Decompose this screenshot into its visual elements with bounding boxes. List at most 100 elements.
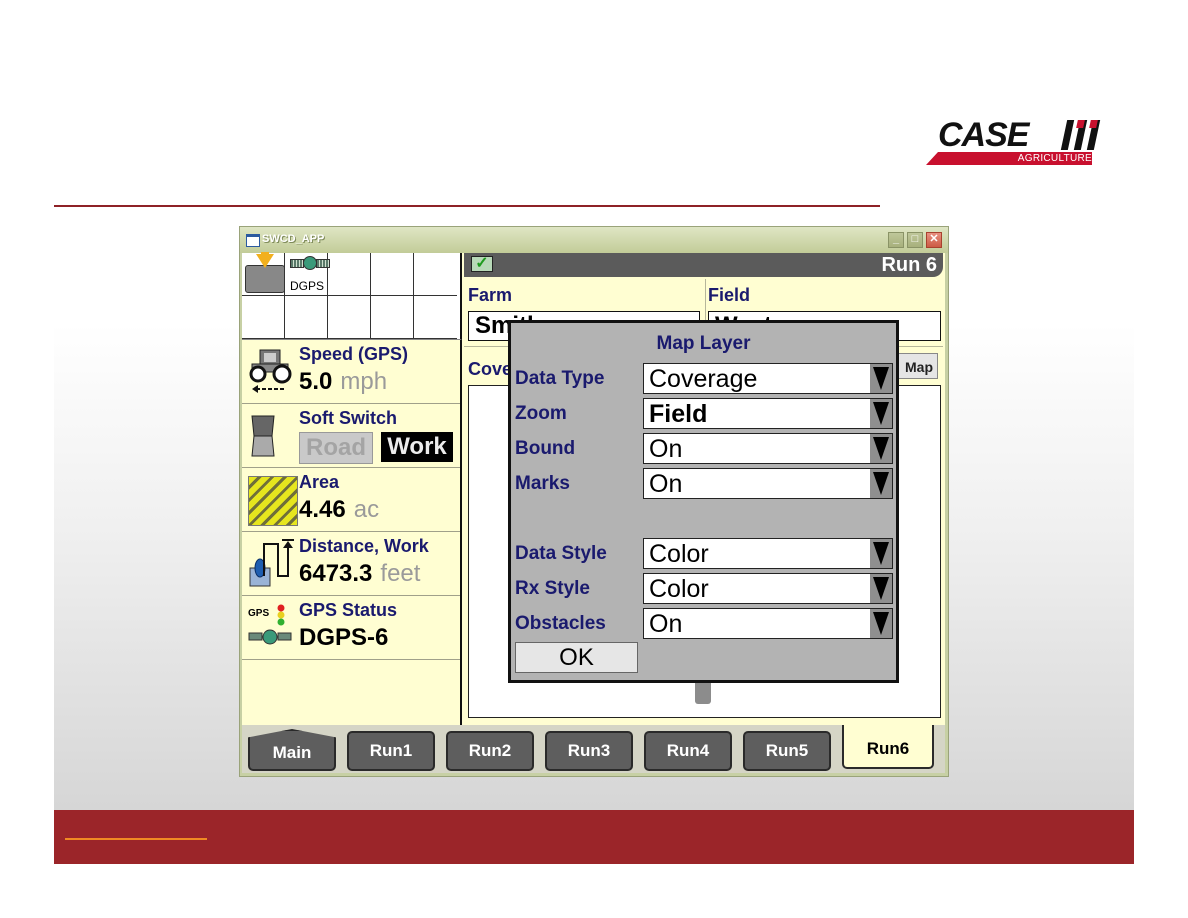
rx-style-value: Color (649, 575, 709, 603)
close-button[interactable]: ✕ (926, 232, 942, 248)
gps-traffic-light-icon (277, 604, 285, 626)
tab-run4[interactable]: Run4 (644, 731, 732, 771)
gps-status-value: DGPS-6 (299, 624, 389, 651)
data-style-label: Data Style (515, 543, 607, 564)
gps-tag: GPS (248, 608, 270, 619)
bound-select[interactable]: On (643, 433, 893, 464)
status-item-speed[interactable]: Speed (GPS) 5.0 mph (242, 340, 460, 404)
footer-band (54, 810, 1134, 864)
marks-value: On (649, 470, 683, 498)
vehicle-marker-icon (695, 682, 711, 704)
obstacles-label: Obstacles (515, 613, 606, 634)
dropdown-arrow-icon[interactable] (870, 539, 892, 568)
area-value: 4.46 ac (299, 496, 379, 524)
bound-value: On (649, 435, 683, 463)
grid-cell[interactable] (371, 253, 414, 296)
grid-cell[interactable] (414, 296, 457, 339)
tab-bar: Main Run1 Run2 Run3 Run4 Run5 Run6 (242, 725, 945, 773)
speed-label: Speed (GPS) (299, 344, 409, 364)
obstacles-select[interactable]: On (643, 608, 893, 639)
grid-cell[interactable] (414, 253, 457, 296)
marks-select[interactable]: On (643, 468, 893, 499)
minimize-button[interactable]: _ (888, 232, 904, 248)
speed-unit: mph (340, 368, 388, 395)
data-style-value: Color (649, 540, 709, 568)
grid-cell[interactable] (242, 252, 285, 296)
dropdown-arrow-icon[interactable] (870, 434, 892, 463)
status-list: Speed (GPS) 5.0 mph Soft Switch Road Work… (242, 340, 462, 725)
speed-number: 5.0 (299, 368, 333, 395)
distance-value: 6473.3 feet (299, 560, 420, 588)
distance-label: Distance, Work (299, 536, 429, 556)
window-title: SWCD_APP (262, 233, 325, 245)
soft-switch-icon (251, 415, 275, 457)
tab-run5[interactable]: Run5 (743, 731, 831, 771)
data-style-select[interactable]: Color (643, 538, 893, 569)
ok-button[interactable]: OK (515, 642, 638, 673)
dropdown-arrow-icon[interactable] (870, 364, 892, 393)
footer-accent-line (65, 838, 207, 840)
area-hatch-icon (248, 476, 298, 526)
data-download-icon (245, 252, 285, 293)
dgps-satellite-icon (290, 255, 330, 271)
dropdown-arrow-icon[interactable] (870, 609, 892, 638)
status-item-area[interactable]: Area 4.46 ac (242, 468, 460, 532)
status-item-soft-switch: Soft Switch Road Work (242, 404, 460, 468)
farm-label: Farm (468, 285, 513, 305)
zoom-value: Field (649, 400, 708, 428)
header-rule (54, 205, 880, 207)
dropdown-arrow-icon[interactable] (870, 574, 892, 603)
dialog-title: Map Layer (656, 333, 751, 354)
checkmark-icon[interactable]: ✓ (471, 256, 493, 272)
grid-cell[interactable] (328, 296, 371, 339)
rx-style-label: Rx Style (515, 578, 590, 599)
data-type-value: Coverage (649, 365, 758, 393)
bound-label: Bound (515, 438, 576, 459)
status-item-gps[interactable]: GPS GPS Status DGPS-6 (242, 596, 460, 660)
zoom-select[interactable]: Field (643, 398, 893, 429)
tractor-icon (249, 349, 292, 393)
marks-label: Marks (515, 473, 570, 494)
grid-cell[interactable] (285, 296, 328, 339)
tab-run6[interactable]: Run6 (842, 725, 934, 769)
area-number: 4.46 (299, 496, 346, 523)
grid-cell[interactable] (328, 253, 371, 296)
soft-switch-label: Soft Switch (299, 408, 397, 428)
tab-run2[interactable]: Run2 (446, 731, 534, 771)
gps-status-label: GPS Status (299, 600, 398, 620)
logo-brand-text: CASE (938, 116, 1029, 154)
logo-bars-icon (1060, 120, 1101, 150)
distance-number: 6473.3 (299, 560, 373, 587)
run-title: Run 6 (881, 254, 937, 276)
area-label: Area (299, 472, 340, 492)
window-app-icon (246, 234, 260, 247)
tab-main[interactable]: Main (248, 729, 336, 771)
grid-cell[interactable] (242, 296, 285, 339)
run-header: ✓ Run 6 (464, 253, 943, 277)
tab-run3[interactable]: Run3 (545, 731, 633, 771)
obstacles-value: On (649, 610, 683, 638)
work-button[interactable]: Work (381, 432, 453, 462)
area-unit: ac (353, 496, 380, 523)
status-icon-grid: DGPS (242, 252, 462, 340)
dropdown-arrow-icon[interactable] (870, 469, 892, 498)
zoom-label: Zoom (515, 403, 567, 424)
grid-cell[interactable] (371, 296, 414, 339)
tab-run1[interactable]: Run1 (347, 731, 435, 771)
map-layer-dialog: Map Layer Data Type Coverage Zoom Field … (508, 320, 899, 683)
status-item-distance[interactable]: Distance, Work 6473.3 feet (242, 532, 460, 596)
logo-tagline: AGRICULTURE (1017, 153, 1092, 164)
case-agriculture-logo: CASE AGRICULTURE (926, 118, 1102, 168)
data-type-label: Data Type (515, 368, 605, 389)
gps-satellite-icon (248, 629, 292, 645)
road-button[interactable]: Road (299, 432, 373, 464)
data-type-select[interactable]: Coverage (643, 363, 893, 394)
rx-style-select[interactable]: Color (643, 573, 893, 604)
speed-value: 5.0 mph (299, 368, 387, 396)
field-label: Field (708, 285, 751, 305)
dgps-label: DGPS (290, 279, 325, 293)
dropdown-arrow-icon[interactable] (870, 399, 892, 428)
maximize-button[interactable]: □ (907, 232, 923, 248)
window-titlebar[interactable]: SWCD_APP _ □ ✕ (240, 227, 948, 253)
distance-work-icon (249, 539, 294, 587)
